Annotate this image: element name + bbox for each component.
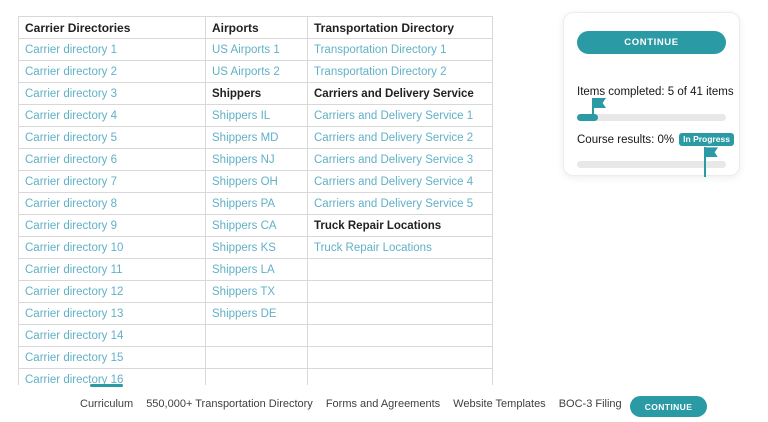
table-link[interactable]: Carriers and Delivery Service 2 <box>308 127 493 149</box>
table-link[interactable]: Shippers CA <box>206 215 308 237</box>
directory-table: Carrier DirectoriesAirportsTransportatio… <box>18 16 493 385</box>
table-section-header: Shippers <box>206 83 308 105</box>
table-link[interactable]: Carrier directory 11 <box>19 259 206 281</box>
table-row: Carrier directory 5Shippers MDCarriers a… <box>19 127 493 149</box>
table-link[interactable]: Carriers and Delivery Service 1 <box>308 105 493 127</box>
table-link[interactable]: Shippers DE <box>206 303 308 325</box>
course-results-label: Course results: 0% <box>577 134 674 146</box>
column-header: Carrier Directories <box>19 17 206 39</box>
table-link[interactable]: Carrier directory 9 <box>19 215 206 237</box>
table-link[interactable]: Carrier directory 14 <box>19 325 206 347</box>
table-link[interactable]: Shippers LA <box>206 259 308 281</box>
table-section-header: Carriers and Delivery Service <box>308 83 493 105</box>
status-badge: In Progress <box>679 133 734 146</box>
table-link[interactable]: Transportation Directory 1 <box>308 39 493 61</box>
table-link[interactable]: Carriers and Delivery Service 4 <box>308 171 493 193</box>
table-link[interactable]: Carrier directory 2 <box>19 61 206 83</box>
table-link[interactable]: Shippers OH <box>206 171 308 193</box>
footer-link[interactable]: 550,000+ Transportation Directory <box>146 398 313 410</box>
table-link[interactable]: Carrier directory 10 <box>19 237 206 259</box>
table-link[interactable]: Carrier directory 6 <box>19 149 206 171</box>
table-link[interactable]: Truck Repair Locations <box>308 237 493 259</box>
table-link[interactable]: Carrier directory 7 <box>19 171 206 193</box>
table-link[interactable]: Shippers MD <box>206 127 308 149</box>
table-link[interactable]: Carrier directory 4 <box>19 105 206 127</box>
footer-link[interactable]: Forms and Agreements <box>326 398 440 410</box>
table-row: Carrier directory 13Shippers DE <box>19 303 493 325</box>
table-empty-cell <box>308 259 493 281</box>
table-empty-cell <box>308 369 493 386</box>
table-link[interactable]: Carriers and Delivery Service 5 <box>308 193 493 215</box>
table-section-header: Truck Repair Locations <box>308 215 493 237</box>
items-progress-bar <box>577 114 726 121</box>
footer-nav: Curriculum 550,000+ Transportation Direct… <box>80 398 622 410</box>
table-row: Carrier directory 2US Airports 2Transpor… <box>19 61 493 83</box>
table-row: Carrier directory 11Shippers LA <box>19 259 493 281</box>
table-link[interactable]: Carrier directory 5 <box>19 127 206 149</box>
horizontal-scrollbar-thumb[interactable] <box>90 384 123 387</box>
footer-link[interactable]: Curriculum <box>80 398 133 410</box>
table-link[interactable]: Transportation Directory 2 <box>308 61 493 83</box>
table-empty-cell <box>206 325 308 347</box>
table-link[interactable]: US Airports 2 <box>206 61 308 83</box>
table-link[interactable]: US Airports 1 <box>206 39 308 61</box>
table-empty-cell <box>308 347 493 369</box>
table-row: Carrier directory 4Shippers ILCarriers a… <box>19 105 493 127</box>
directory-table-head: Carrier DirectoriesAirportsTransportatio… <box>19 17 493 39</box>
table-link[interactable]: Carrier directory 1 <box>19 39 206 61</box>
table-empty-cell <box>308 303 493 325</box>
table-row: Carrier directory 1US Airports 1Transpor… <box>19 39 493 61</box>
table-link[interactable]: Shippers PA <box>206 193 308 215</box>
table-link[interactable]: Carrier directory 3 <box>19 83 206 105</box>
table-row: Carrier directory 8Shippers PACarriers a… <box>19 193 493 215</box>
table-row: Carrier directory 7Shippers OHCarriers a… <box>19 171 493 193</box>
column-header: Transportation Directory <box>308 17 493 39</box>
table-link[interactable]: Carrier directory 15 <box>19 347 206 369</box>
course-progress-bar <box>577 161 726 168</box>
directory-table-body: Carrier directory 1US Airports 1Transpor… <box>19 39 493 386</box>
table-link[interactable]: Shippers IL <box>206 105 308 127</box>
table-link[interactable]: Shippers TX <box>206 281 308 303</box>
table-row: Carrier directory 6Shippers NJCarriers a… <box>19 149 493 171</box>
footer-link[interactable]: Website Templates <box>453 398 546 410</box>
table-empty-cell <box>308 325 493 347</box>
table-empty-cell <box>308 281 493 303</box>
table-link[interactable]: Shippers NJ <box>206 149 308 171</box>
column-header: Airports <box>206 17 308 39</box>
table-link[interactable]: Carrier directory 8 <box>19 193 206 215</box>
table-row: Carrier directory 3ShippersCarriers and … <box>19 83 493 105</box>
table-row: Carrier directory 15 <box>19 347 493 369</box>
continue-button[interactable]: CONTINUE <box>577 31 726 54</box>
footer-continue-button[interactable]: CONTINUE <box>630 396 707 417</box>
table-row: Carrier directory 10Shippers KSTruck Rep… <box>19 237 493 259</box>
items-completed-label: Items completed: 5 of 41 items <box>577 86 726 98</box>
table-row: Carrier directory 12Shippers TX <box>19 281 493 303</box>
table-link[interactable]: Carrier directory 12 <box>19 281 206 303</box>
table-row: Carrier directory 14 <box>19 325 493 347</box>
table-link[interactable]: Carriers and Delivery Service 3 <box>308 149 493 171</box>
table-link[interactable]: Carrier directory 13 <box>19 303 206 325</box>
progress-flag-icon <box>592 98 608 117</box>
table-row: Carrier directory 16 <box>19 369 493 386</box>
table-row: Carrier directory 9Shippers CATruck Repa… <box>19 215 493 237</box>
table-link[interactable]: Shippers KS <box>206 237 308 259</box>
table-empty-cell <box>206 347 308 369</box>
footer-link[interactable]: BOC-3 Filing <box>559 398 622 410</box>
progress-card: CONTINUE Items completed: 5 of 41 items … <box>563 12 740 176</box>
table-empty-cell <box>206 369 308 386</box>
table-link[interactable]: Carrier directory 16 <box>19 369 206 386</box>
course-flag-icon <box>704 147 720 177</box>
directory-table-container[interactable]: Carrier DirectoriesAirportsTransportatio… <box>18 16 494 385</box>
